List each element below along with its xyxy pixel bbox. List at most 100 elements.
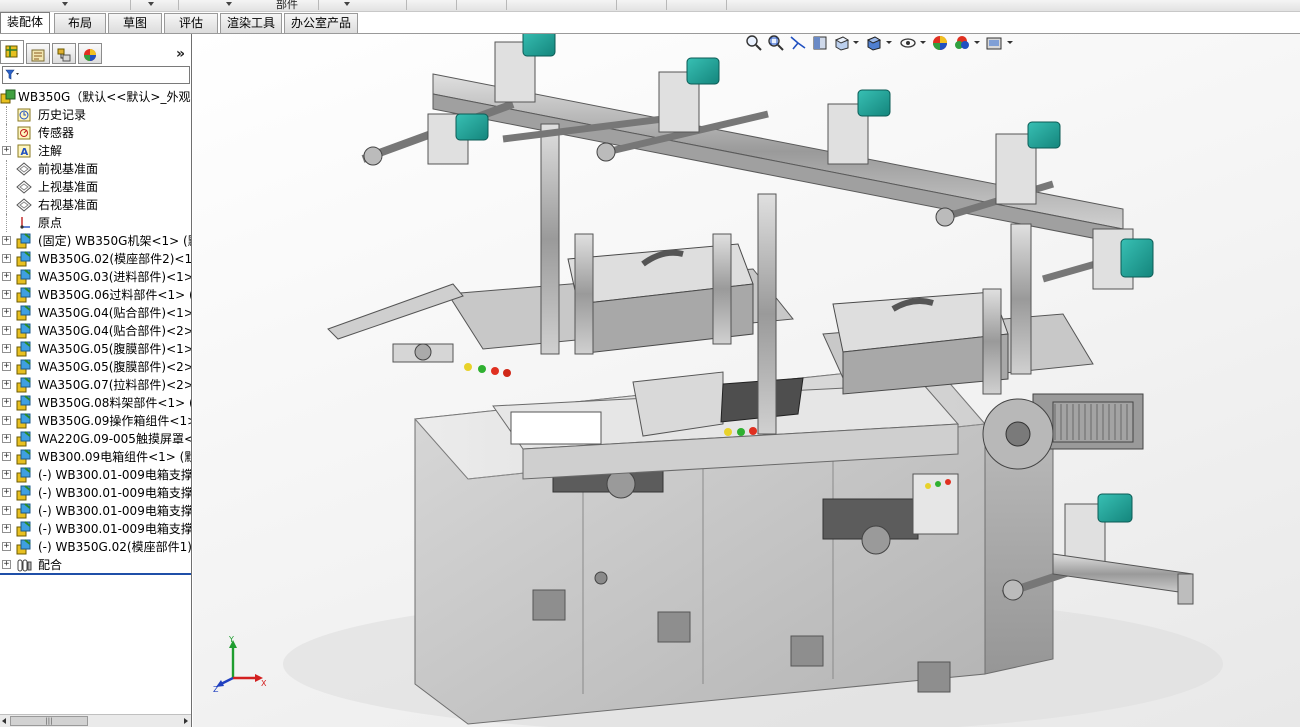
ribbon-dropdown-arrow[interactable] <box>226 2 232 6</box>
zoom-to-area-icon[interactable] <box>767 34 785 52</box>
tree-item[interactable]: + WA350G.04(贴合部件)<2> <box>0 322 191 340</box>
tree-item[interactable]: + WB300.09电箱组件<1> (默认 <box>0 448 191 466</box>
tree-item[interactable]: + WA220G.09-005触摸屏罩<1 <box>0 430 191 448</box>
tab-assembly[interactable]: 装配体 <box>0 12 50 34</box>
display-style-icon[interactable] <box>865 34 883 52</box>
tree-item[interactable]: + WA350G.04(贴合部件)<1> <box>0 304 192 322</box>
plane-icon <box>16 162 32 176</box>
expand-toggle[interactable]: + <box>2 488 11 497</box>
expand-toggle[interactable]: + <box>2 398 11 407</box>
tree-item[interactable]: + WA350G.03(进料部件)<1> <box>0 268 191 286</box>
display-manager-tab[interactable] <box>78 43 102 64</box>
expand-toggle[interactable]: + <box>2 380 11 389</box>
expand-toggle[interactable]: + <box>2 326 11 335</box>
tree-filter-input[interactable] <box>2 66 190 84</box>
tree-item-label: (-) WB300.01-009电箱支撑柱 <box>38 504 192 518</box>
tab-evaluate[interactable]: 评估 <box>164 13 218 33</box>
display-style-dropdown[interactable] <box>886 41 892 44</box>
graphics-viewport[interactable]: Y X Z <box>193 34 1300 727</box>
expand-toggle[interactable]: + <box>2 524 11 533</box>
tree-item[interactable]: + (-) WB300.01-009电箱支撑柱 <box>0 520 191 538</box>
expand-toggle[interactable]: + <box>2 254 11 263</box>
tree-item[interactable]: + 配合 <box>0 556 191 574</box>
expand-toggle[interactable]: + <box>2 236 11 245</box>
tree-item[interactable]: + (-) WB300.01-009电箱支撑柱 <box>0 502 192 520</box>
hide-show-items-icon[interactable] <box>899 34 917 52</box>
view-settings-icon[interactable] <box>985 34 1003 52</box>
subassembly-icon <box>16 341 31 357</box>
tree-item[interactable]: + (-) WB350G.02(模座部件1)< <box>0 538 191 556</box>
command-manager-tabs: 装配体 布局 草图 评估 渲染工具 办公室产品 <box>0 12 1300 34</box>
ribbon-dropdown-arrow[interactable] <box>344 2 350 6</box>
tab-office-products[interactable]: 办公室产品 <box>284 13 358 33</box>
view-settings-dropdown[interactable] <box>1007 41 1013 44</box>
scroll-right-arrow-icon[interactable] <box>184 718 188 724</box>
tree-item-label: WA350G.04(贴合部件)<1> <box>38 306 192 320</box>
scrollbar-thumb[interactable]: ||| <box>10 716 88 726</box>
view-orientation-icon[interactable] <box>833 34 851 52</box>
expand-toggle[interactable]: + <box>2 560 11 569</box>
property-manager-tab[interactable] <box>26 43 50 64</box>
tree-item[interactable]: + WA350G.07(拉料部件)<2> <box>0 376 191 394</box>
tree-item[interactable]: 历史记录 <box>0 106 191 124</box>
expand-toggle[interactable]: + <box>2 434 11 443</box>
tab-sketch[interactable]: 草图 <box>108 13 162 33</box>
expand-toggle[interactable]: + <box>2 290 11 299</box>
tree-item[interactable]: + (固定) WB350G机架<1> (默 <box>0 232 192 250</box>
hide-show-dropdown[interactable] <box>920 41 926 44</box>
tree-item[interactable]: 原点 <box>0 214 191 232</box>
expand-toggle[interactable]: + <box>2 506 11 515</box>
configuration-manager-tab[interactable] <box>52 43 76 64</box>
expand-toggle[interactable]: + <box>2 344 11 353</box>
expand-toggle[interactable]: + <box>2 542 11 551</box>
ribbon-dropdown-arrow[interactable] <box>62 2 68 6</box>
tree-item-label: WB350G.06过料部件<1> (默 <box>38 288 192 302</box>
subassembly-icon <box>16 287 31 303</box>
origin-icon <box>20 217 30 229</box>
featuremanager-tree-tab[interactable] <box>0 40 24 64</box>
tree-item-label: (固定) WB350G机架<1> (默 <box>38 234 192 248</box>
ribbon-dropdown-arrow[interactable] <box>148 2 154 6</box>
tree-item[interactable]: + WB350G.02(模座部件2)<1> <box>0 250 191 268</box>
tree-item[interactable]: 上视基准面 <box>0 178 191 196</box>
edit-appearance-icon[interactable] <box>931 34 949 52</box>
tree-item[interactable]: + WB350G.09操作箱组件<1> <box>0 412 191 430</box>
triad-x-label: X <box>261 679 267 688</box>
ribbon-separator <box>178 0 179 10</box>
command-ribbon: 部件 <box>0 0 1300 12</box>
expand-toggle[interactable]: + <box>2 452 11 461</box>
expand-toggle[interactable]: + <box>2 146 11 155</box>
section-view-icon[interactable] <box>811 34 829 52</box>
expand-toggle[interactable]: + <box>2 308 11 317</box>
tree-item[interactable]: + A 注解 <box>0 142 191 160</box>
horizontal-scrollbar[interactable]: ||| <box>0 714 191 727</box>
subassembly-icon <box>16 503 31 519</box>
view-orientation-dropdown[interactable] <box>853 41 859 44</box>
tree-item[interactable]: + WB350G.08料架部件<1> (默 <box>0 394 191 412</box>
apply-scene-icon[interactable] <box>953 34 971 52</box>
tree-item[interactable]: 传感器 <box>0 124 191 142</box>
plane-icon <box>16 180 32 194</box>
expand-toggle[interactable]: + <box>2 470 11 479</box>
expand-toggle[interactable]: + <box>2 416 11 425</box>
tree-item[interactable]: + WB350G.06过料部件<1> (默 <box>0 286 192 304</box>
tree-item[interactable]: + WA350G.05(腹膜部件)<2> <box>0 358 191 376</box>
subassembly-icon <box>16 233 31 249</box>
apply-scene-dropdown[interactable] <box>974 41 980 44</box>
expand-toggle[interactable]: + <box>2 362 11 371</box>
tree-root-assembly[interactable]: WB350G（默认<<默认>_外观 ... <box>0 88 191 106</box>
tab-layout[interactable]: 布局 <box>54 13 106 33</box>
zoom-to-fit-icon[interactable] <box>745 34 763 52</box>
previous-view-icon[interactable] <box>789 34 807 52</box>
tree-item[interactable]: + WA350G.05(腹膜部件)<1> <box>0 340 191 358</box>
subassembly-icon <box>16 377 31 393</box>
pane-expand-button[interactable]: » <box>176 46 185 62</box>
tree-item[interactable]: 前视基准面 <box>0 160 191 178</box>
tab-render-tools[interactable]: 渲染工具 <box>220 13 282 33</box>
tree-item[interactable]: + (-) WB300.01-009电箱支撑柱 <box>0 466 191 484</box>
tree-item[interactable]: 右视基准面 <box>0 196 191 214</box>
tree-item[interactable]: + (-) WB300.01-009电箱支撑柱 <box>0 484 191 502</box>
display-manager-icon <box>84 49 96 61</box>
expand-toggle[interactable]: + <box>2 272 11 281</box>
scroll-left-arrow-icon[interactable] <box>2 718 6 724</box>
